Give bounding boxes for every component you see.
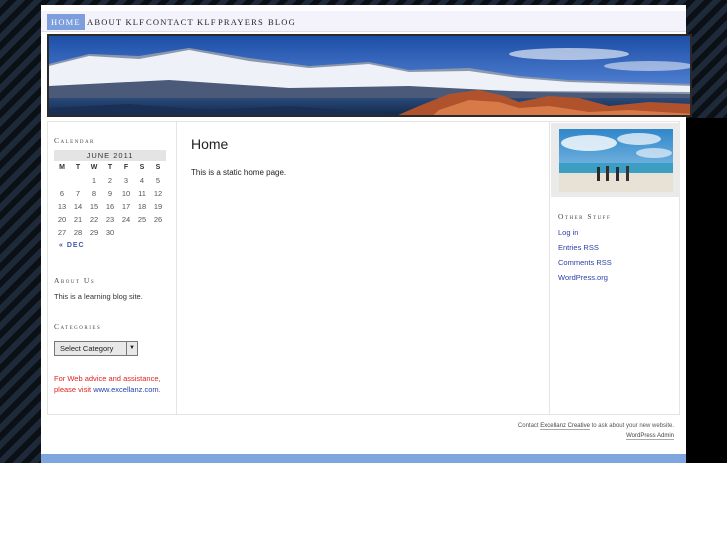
beach-photo (559, 129, 673, 192)
footer-suffix: to ask about your new website. (589, 423, 674, 429)
calendar-day: 24 (121, 215, 131, 224)
calendar-week: 27 28 29 30 (54, 226, 166, 239)
calendar-day: 12 (153, 189, 163, 198)
calendar-day: 14 (73, 202, 83, 211)
nav-home[interactable]: HOME (47, 14, 85, 30)
footer-prefix: Contact (517, 423, 541, 429)
calendar-day: 8 (91, 189, 97, 198)
page-title: Home (191, 136, 229, 152)
calendar-day-header: M (59, 164, 65, 171)
calendar-day: 25 (137, 215, 147, 224)
calendar-day: 5 (155, 176, 161, 185)
category-select-value: Select Category (60, 344, 114, 353)
calendar-day: 26 (153, 215, 163, 224)
calendar-day: 4 (139, 176, 145, 185)
calendar-day: 21 (73, 215, 83, 224)
main-body: Calendar JUNE 2011 M T W T F S S 1 2 3 4… (47, 121, 680, 415)
left-sidebar: Calendar JUNE 2011 M T W T F S S 1 2 3 4… (48, 122, 177, 414)
advice-suffix: . (158, 385, 161, 394)
calendar-day: 3 (123, 176, 129, 185)
excellanz-link[interactable]: www.excellanz.com (93, 385, 158, 394)
calendar-day: 17 (121, 202, 131, 211)
background-shadow (686, 118, 727, 463)
calendar-week: 13 14 15 16 17 18 19 (54, 200, 166, 213)
calendar-day-header: S (139, 164, 145, 171)
comments-rss-link[interactable]: Comments RSS (558, 258, 612, 267)
categories-title: Categories (54, 322, 102, 331)
advice-prefix: please visit (54, 385, 94, 394)
about-title: About Us (54, 276, 96, 285)
calendar-day: 29 (89, 228, 99, 237)
calendar-day: 30 (105, 228, 115, 237)
calendar-week: 6 7 8 9 10 11 12 (54, 187, 166, 200)
chevron-down-icon: ▼ (126, 342, 137, 355)
calendar-day: 10 (121, 189, 131, 198)
calendar-day-header: T (107, 164, 113, 171)
calendar-day-header: S (155, 164, 161, 171)
calendar-day (134, 226, 150, 239)
calendar-day: 27 (57, 228, 67, 237)
about-text: This is a learning blog site. (54, 292, 143, 301)
nav-blog[interactable]: BLOG (264, 14, 300, 30)
calendar-prev-month-link[interactable]: « DEC (59, 242, 85, 249)
calendar-title: Calendar (54, 136, 95, 145)
nav-contact-klf[interactable]: CONTACT KLF (142, 14, 221, 30)
page-text: This is a static home page. (191, 168, 287, 177)
right-sidebar: Other Stuff Log in Entries RSS Comments … (549, 122, 680, 414)
nav-prayers[interactable]: PRAYERS (214, 14, 268, 30)
calendar-day: 22 (89, 215, 99, 224)
main-content: Home This is a static home page. (178, 122, 548, 414)
other-stuff-title: Other Stuff (558, 212, 612, 221)
excellanz-creative-link[interactable]: Excellanz Creative (540, 423, 590, 430)
calendar-day (118, 226, 134, 239)
calendar-day: 9 (107, 189, 113, 198)
calendar-day: 28 (73, 228, 83, 237)
footer-admin-line: WordPress Admin (626, 433, 674, 440)
calendar-day: 2 (107, 176, 113, 185)
calendar-day (150, 226, 166, 239)
calendar-day-header: W (90, 164, 98, 171)
calendar-day: 11 (138, 189, 146, 198)
calendar-table: JUNE 2011 M T W T F S S 1 2 3 4 5 6 7 8 … (54, 150, 166, 239)
calendar-header-row: M T W T F S S (54, 161, 166, 174)
bottom-accent-bar (41, 454, 686, 463)
calendar-day: 1 (91, 176, 97, 185)
calendar-day: 7 (75, 189, 81, 198)
calendar-day: 23 (105, 215, 115, 224)
calendar-day: 15 (89, 202, 99, 211)
footer-contact-line: Contact Excellanz Creative to ask about … (517, 423, 674, 430)
calendar-week: 20 21 22 23 24 25 26 (54, 213, 166, 226)
calendar-day: 20 (57, 215, 67, 224)
beach-photo-frame (551, 123, 680, 197)
calendar-day: 13 (57, 202, 67, 211)
page-container: HOME ABOUT KLF CONTACT KLF PRAYERS BLOG (41, 5, 692, 463)
calendar-day (54, 174, 70, 187)
calendar-day-header: T (75, 164, 81, 171)
log-in-link[interactable]: Log in (558, 228, 578, 237)
nav-about-klf[interactable]: ABOUT KLF (83, 14, 149, 30)
calendar-day (70, 174, 86, 187)
entries-rss-link[interactable]: Entries RSS (558, 243, 599, 252)
wordpress-admin-link[interactable]: WordPress Admin (626, 433, 674, 440)
header-banner-image (47, 34, 692, 117)
calendar-day: 6 (59, 189, 65, 198)
calendar-day: 16 (105, 202, 115, 211)
top-navigation: HOME ABOUT KLF CONTACT KLF PRAYERS BLOG (41, 11, 686, 32)
calendar-caption: JUNE 2011 (54, 150, 166, 161)
calendar-day: 18 (137, 202, 147, 211)
calendar-week: 1 2 3 4 5 (54, 174, 166, 187)
advice-line1: For Web advice and assistance, (54, 374, 161, 383)
wordpress-org-link[interactable]: WordPress.org (558, 273, 608, 282)
web-advice-text: For Web advice and assistance, please vi… (54, 373, 174, 395)
calendar-day: 19 (153, 202, 163, 211)
calendar-day-header: F (123, 164, 129, 171)
category-select[interactable]: Select Category ▼ (54, 341, 138, 356)
